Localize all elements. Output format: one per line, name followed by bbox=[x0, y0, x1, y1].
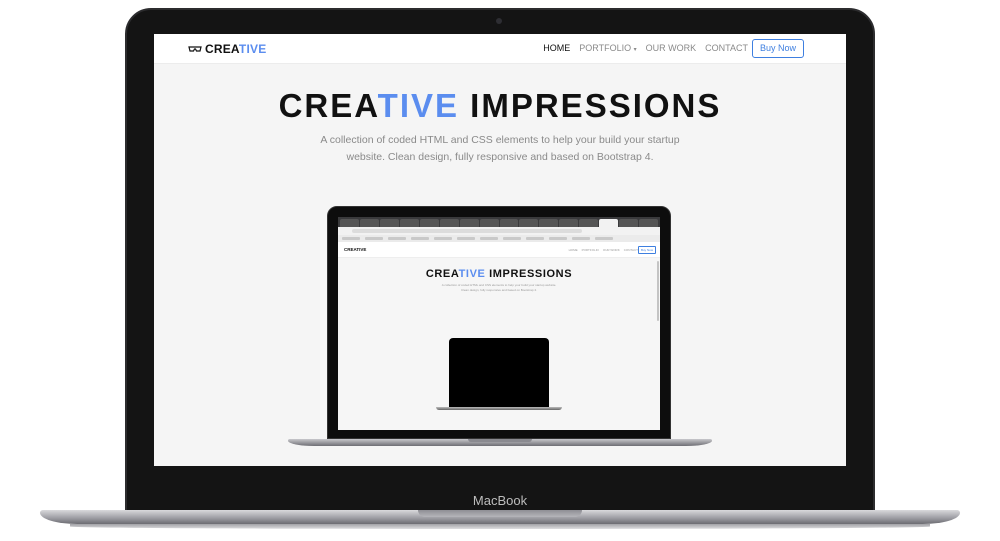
inner-hero-title: CREATIVE IMPRESSIONS bbox=[425, 268, 573, 280]
bookmark bbox=[342, 237, 360, 240]
inner-nav-contact: CONTACT bbox=[623, 248, 638, 252]
bookmark bbox=[388, 237, 406, 240]
browser-tab bbox=[399, 219, 419, 227]
bookmark bbox=[572, 237, 590, 240]
bookmark bbox=[457, 237, 475, 240]
browser-tab bbox=[539, 219, 559, 227]
inner-buy-now-button: Buy Now bbox=[637, 246, 656, 254]
browser-tab bbox=[439, 219, 459, 227]
inner-nav-home: HOME bbox=[568, 248, 578, 252]
bookmark bbox=[549, 237, 567, 240]
macbook-screen: CREATIVE HOME PORTFOLIO ▾ OUR WORK CONTA… bbox=[154, 34, 846, 466]
caret-down-icon: ▾ bbox=[633, 47, 637, 53]
browser-tab bbox=[519, 219, 539, 227]
browser-tab bbox=[419, 219, 439, 227]
nav-home[interactable]: HOME bbox=[543, 43, 570, 53]
inner-nav-links: HOME PORTFOLIO OUR WORK CONTACT bbox=[569, 248, 638, 252]
bookmark bbox=[411, 237, 429, 240]
browser-tab bbox=[340, 219, 359, 227]
browser-tab bbox=[479, 219, 499, 227]
browser-tab bbox=[359, 219, 379, 227]
browser-tab bbox=[459, 219, 479, 227]
macbook-foot-shadow bbox=[70, 524, 930, 529]
buy-now-button[interactable]: Buy Now bbox=[751, 39, 804, 58]
bookmark bbox=[503, 237, 521, 240]
browser-tab bbox=[559, 219, 579, 227]
browser-tab bbox=[639, 219, 658, 227]
inner-laptop-notch bbox=[468, 439, 532, 442]
browser-tab bbox=[619, 219, 639, 227]
browser-tab bbox=[499, 219, 519, 227]
bookmark bbox=[480, 237, 498, 240]
inner-laptop-screen: CREATIVE HOME PORTFOLIO OUR WORK CONTACT… bbox=[338, 217, 660, 430]
nav-links: HOME PORTFOLIO ▾ OUR WORK CONTACT bbox=[543, 43, 748, 53]
browser-bookmarks-bar bbox=[338, 235, 660, 242]
inner-nav-portfolio: PORTFOLIO bbox=[581, 248, 599, 252]
brand-logo[interactable]: CREATIVE bbox=[188, 42, 266, 56]
mini-laptop-base bbox=[436, 407, 562, 410]
bookmark bbox=[595, 237, 613, 240]
mini-laptop-screen bbox=[449, 338, 549, 407]
inner-navbar: CREATIVE HOME PORTFOLIO OUR WORK CONTACT… bbox=[338, 242, 660, 258]
inner-hero-subtitle: A collection of coded HTML and CSS eleme… bbox=[441, 283, 557, 292]
logo-glasses-icon bbox=[188, 46, 202, 52]
hero-subtitle: A collection of coded HTML and CSS eleme… bbox=[320, 134, 680, 163]
inner-nav-our-work: OUR WORK bbox=[602, 248, 620, 252]
macbook-notch bbox=[418, 510, 582, 517]
nav-portfolio[interactable]: PORTFOLIO ▾ bbox=[579, 43, 636, 53]
browser-url-field bbox=[352, 229, 582, 233]
bookmark bbox=[365, 237, 383, 240]
bookmark bbox=[434, 237, 452, 240]
logo-text: CREATIVE bbox=[205, 42, 267, 56]
nav-contact[interactable]: CONTACT bbox=[705, 43, 748, 53]
browser-tab-active bbox=[599, 219, 619, 227]
browser-tab-strip bbox=[338, 217, 660, 227]
camera-icon bbox=[496, 18, 502, 24]
macbook-brand-label: MacBook bbox=[472, 493, 528, 508]
inner-logo: CREATIVE bbox=[344, 247, 367, 252]
browser-tab bbox=[379, 219, 399, 227]
navbar: CREATIVE HOME PORTFOLIO ▾ OUR WORK CONTA… bbox=[154, 34, 846, 64]
bookmark bbox=[526, 237, 544, 240]
browser-tab bbox=[579, 219, 599, 227]
nav-our-work[interactable]: OUR WORK bbox=[646, 43, 697, 53]
hero-title: CREATIVE IMPRESSIONS bbox=[278, 87, 722, 124]
